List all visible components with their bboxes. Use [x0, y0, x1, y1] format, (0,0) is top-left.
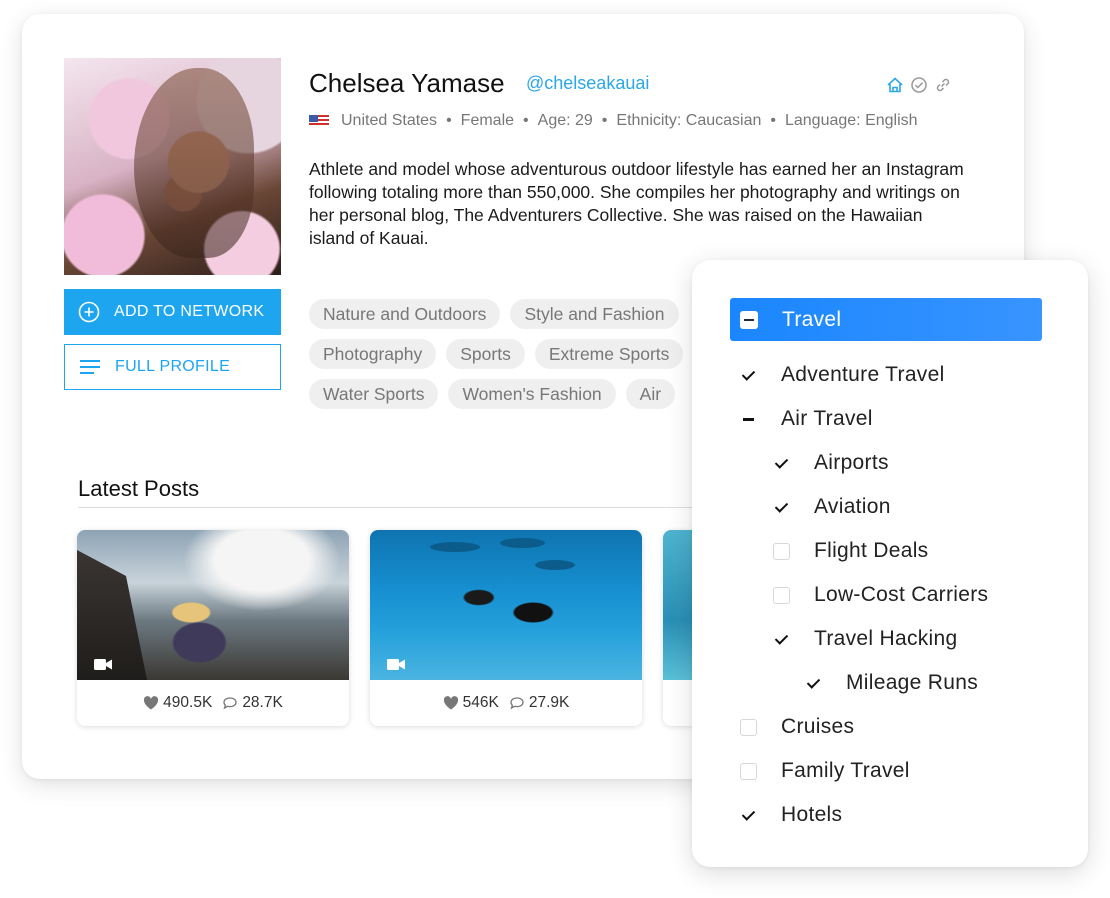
full-profile-button[interactable]: FULL PROFILE — [64, 344, 281, 390]
option-label: Cruises — [781, 715, 855, 738]
option-label: Aviation — [814, 495, 891, 518]
profile-meta: United States • Female • Age: 29 • Ethni… — [309, 112, 918, 130]
profile-name: Chelsea Yamase — [309, 68, 505, 98]
option-hotels[interactable]: Hotels — [740, 803, 842, 827]
post-image[interactable] — [370, 530, 642, 680]
option-label: Adventure Travel — [781, 363, 945, 386]
tag-chip[interactable]: Air — [625, 379, 676, 409]
option-air-travel[interactable]: Air Travel — [740, 407, 873, 431]
home-icon[interactable] — [886, 76, 904, 94]
meta-separator: • — [770, 112, 776, 129]
us-flag-icon — [309, 115, 329, 127]
checkbox[interactable] — [740, 718, 757, 736]
option-travel-hacking[interactable]: Travel Hacking — [773, 627, 957, 651]
add-to-network-button[interactable]: ADD TO NETWORK — [64, 289, 281, 335]
post-comments: 28.7K — [242, 694, 283, 711]
verified-icon[interactable] — [910, 76, 928, 94]
profile-handle[interactable]: @chelseakauai — [526, 73, 649, 94]
option-label: Mileage Runs — [846, 671, 978, 694]
option-family-travel[interactable]: Family Travel — [740, 759, 910, 783]
tag-chip[interactable]: Photography — [309, 339, 437, 369]
list-icon — [79, 356, 101, 378]
comment-icon — [222, 696, 238, 710]
profile-photo — [64, 58, 281, 275]
category-header-travel[interactable]: Travel — [730, 298, 1042, 341]
option-aviation[interactable]: Aviation — [773, 495, 891, 519]
option-cruises[interactable]: Cruises — [740, 715, 854, 739]
divider — [78, 507, 718, 508]
option-low-cost-carriers[interactable]: Low-Cost Carriers — [773, 583, 988, 607]
meta-country: United States — [341, 112, 438, 129]
category-filter-panel: Travel Adventure Travel Air Travel Airpo… — [692, 260, 1088, 867]
checkbox[interactable] — [805, 674, 822, 692]
checkbox[interactable] — [740, 410, 757, 428]
full-profile-label: FULL PROFILE — [115, 358, 231, 375]
tag-chip[interactable]: Style and Fashion — [510, 299, 679, 329]
latest-posts-title: Latest Posts — [78, 476, 200, 501]
checkbox[interactable] — [773, 498, 790, 516]
option-label: Family Travel — [781, 759, 910, 782]
option-label: Airports — [814, 451, 889, 474]
profile-actions — [886, 76, 952, 94]
comment-icon — [509, 696, 525, 710]
checkbox[interactable] — [740, 366, 757, 384]
meta-gender: Female — [460, 112, 515, 129]
interest-tags: Nature and Outdoors Style and Fashion Ph… — [309, 299, 729, 419]
link-icon[interactable] — [934, 76, 952, 94]
option-airports[interactable]: Airports — [773, 451, 889, 475]
meta-language: Language: English — [784, 112, 918, 129]
option-label: Flight Deals — [814, 539, 929, 562]
video-camera-icon — [387, 657, 405, 670]
option-label: Travel Hacking — [814, 627, 958, 650]
meta-ethnicity: Ethnicity: Caucasian — [616, 112, 762, 129]
post-likes: 490.5K — [163, 694, 213, 711]
category-header-label: Travel — [782, 307, 842, 331]
heart-icon — [443, 696, 459, 710]
meta-separator: • — [446, 112, 452, 129]
plus-circle-icon — [78, 301, 100, 323]
heart-icon — [143, 696, 159, 710]
meta-separator: • — [523, 112, 529, 129]
post-stats: 490.5K 28.7K — [77, 680, 349, 726]
post-comments: 27.9K — [528, 694, 570, 711]
tag-chip[interactable]: Women's Fashion — [448, 379, 616, 409]
partial-checkbox-icon[interactable] — [740, 310, 758, 329]
checkbox[interactable] — [773, 586, 790, 604]
post-image[interactable] — [77, 530, 349, 680]
add-to-network-label: ADD TO NETWORK — [114, 303, 265, 320]
checkbox[interactable] — [773, 454, 790, 472]
post-stats: 546K 27.9K — [370, 680, 642, 726]
tag-chip[interactable]: Extreme Sports — [534, 339, 684, 369]
meta-age: Age: 29 — [537, 112, 593, 129]
option-mileage-runs[interactable]: Mileage Runs — [805, 671, 978, 695]
checkbox[interactable] — [740, 762, 757, 780]
post-card[interactable]: 546K 27.9K — [370, 530, 642, 726]
checkbox[interactable] — [773, 630, 790, 648]
tag-chip[interactable]: Sports — [446, 339, 525, 369]
post-card[interactable]: 490.5K 28.7K — [77, 530, 349, 726]
option-flight-deals[interactable]: Flight Deals — [773, 539, 928, 563]
option-label: Hotels — [781, 803, 843, 826]
checkbox[interactable] — [773, 542, 790, 560]
profile-bio: Athlete and model whose adventurous outd… — [309, 159, 964, 248]
video-camera-icon — [94, 657, 112, 670]
tag-chip[interactable]: Water Sports — [309, 379, 439, 409]
option-label: Air Travel — [781, 407, 873, 430]
meta-separator: • — [601, 112, 608, 129]
post-likes: 546K — [462, 694, 499, 711]
option-adventure-travel[interactable]: Adventure Travel — [740, 363, 945, 387]
checkbox[interactable] — [740, 806, 757, 824]
option-label: Low-Cost Carriers — [814, 583, 989, 606]
tag-chip[interactable]: Nature and Outdoors — [309, 299, 501, 329]
